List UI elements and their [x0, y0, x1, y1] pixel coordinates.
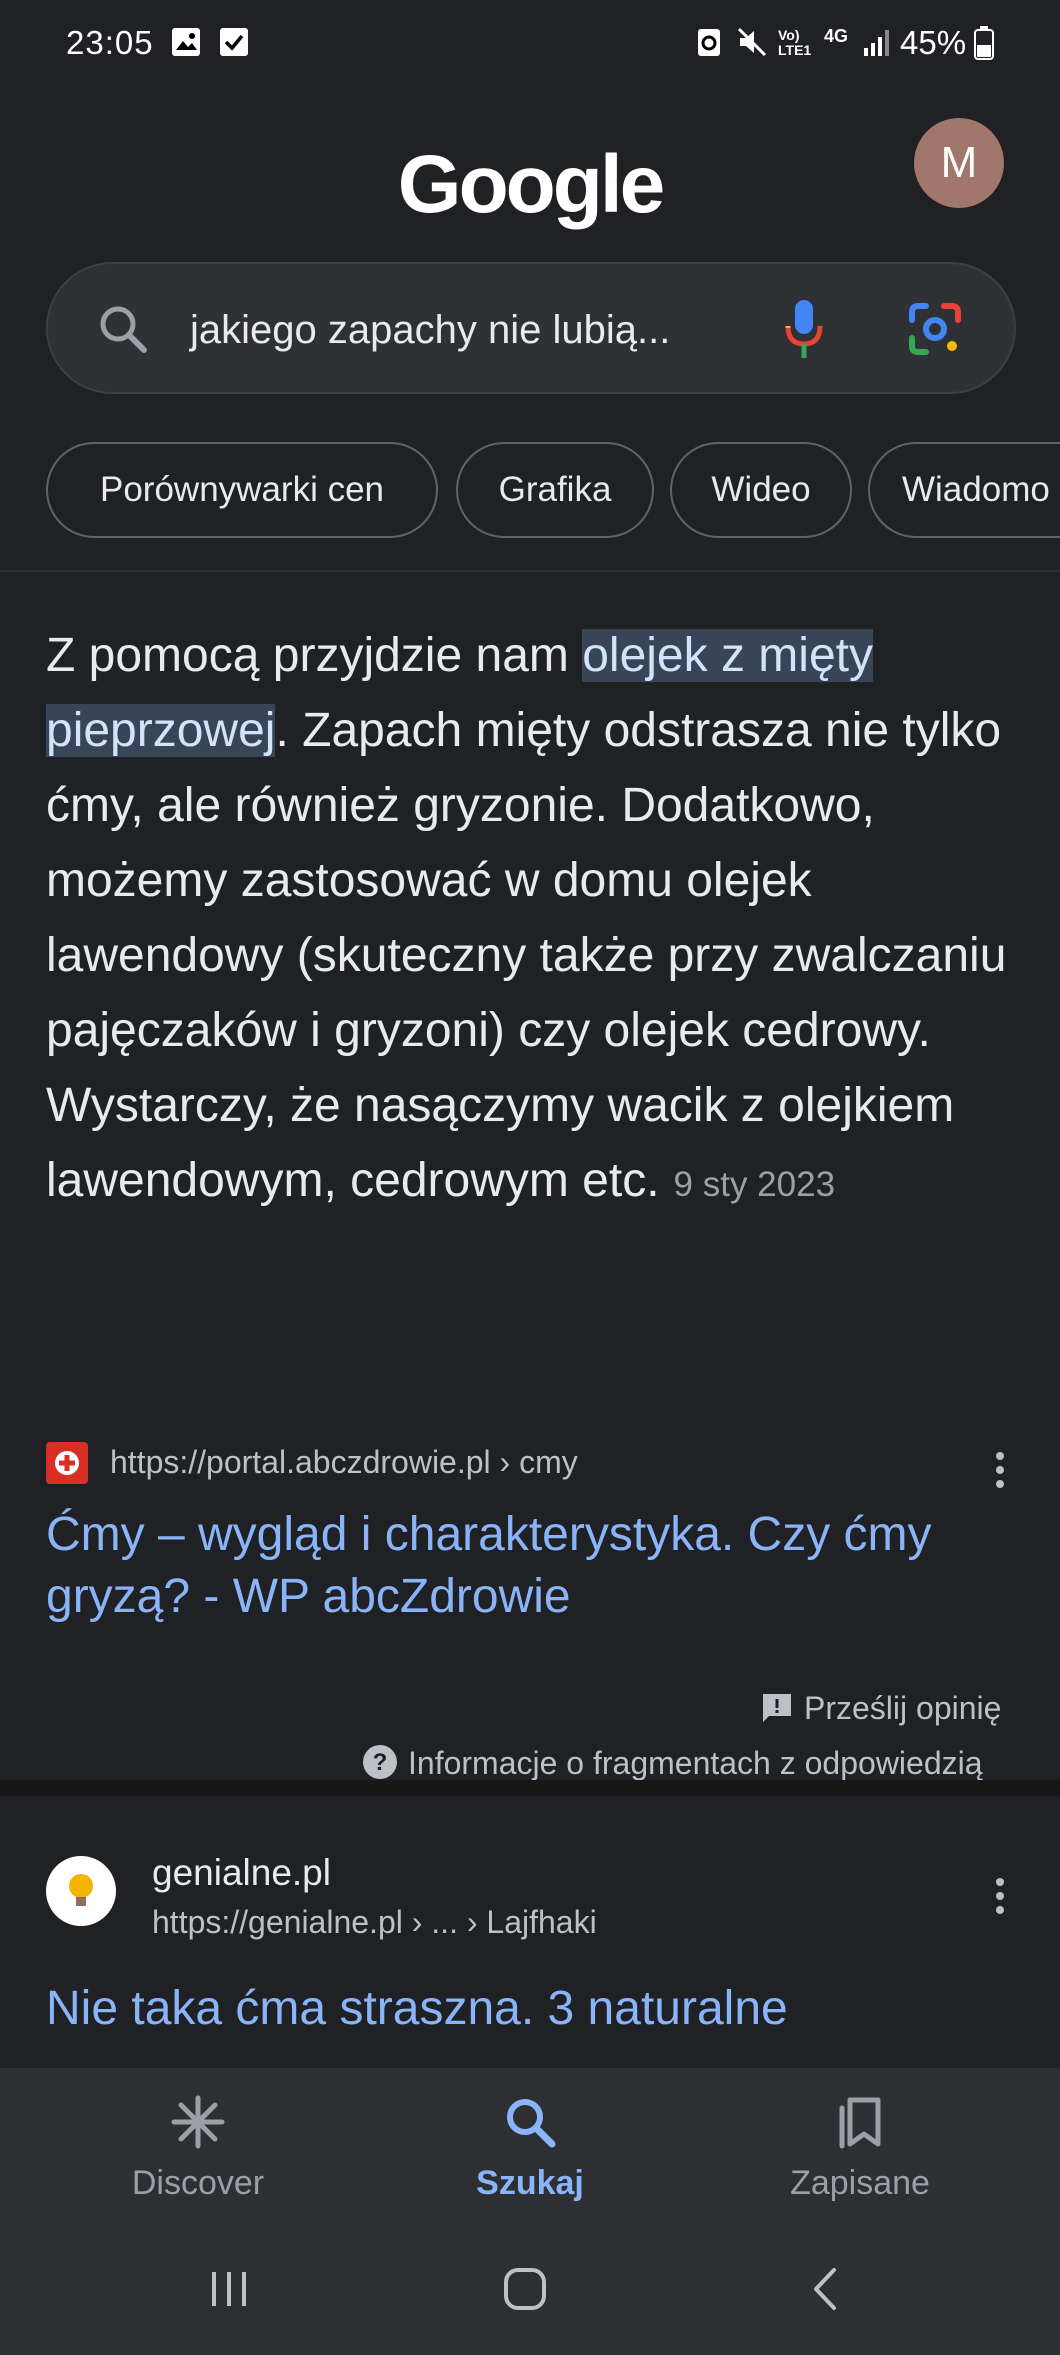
nav-discover-label: Discover	[131, 2164, 265, 2202]
nav-discover[interactable]: Discover	[48, 2068, 348, 2238]
back-icon[interactable]	[804, 2266, 850, 2312]
chip-images[interactable]: Grafika	[456, 442, 654, 538]
image-icon	[172, 28, 200, 56]
result1-url[interactable]: https://portal.abczdrowie.pl › cmy	[110, 1444, 578, 1481]
network-type: 4G	[824, 26, 849, 46]
battery-icon	[974, 26, 994, 60]
chip-news[interactable]: Wiadomo	[868, 442, 1060, 538]
chip-videos[interactable]: Wideo	[670, 442, 852, 538]
result2-url[interactable]: https://genialne.pl › ... › Lajfhaki	[152, 1904, 597, 1941]
filter-chips: Porównywarki cen Grafika Wideo Wiadomo	[0, 442, 1060, 540]
google-logo[interactable]: Google	[0, 138, 1060, 232]
snippet-info-label[interactable]: Informacje o fragmentach z odpowiedzią	[408, 1745, 983, 1780]
feedback-link[interactable]: Prześlij opinię	[760, 1690, 1001, 1727]
battery-percent: 45%	[900, 24, 967, 61]
help-icon: ?	[363, 1745, 397, 1779]
home-icon[interactable]	[502, 2266, 548, 2312]
featured-snippet: Z pomocą przyjdzie nam olejek z mięty pi…	[46, 618, 1016, 1222]
nav-saved-label: Zapisane	[790, 2164, 930, 2202]
result2-site-name[interactable]: genialne.pl	[152, 1852, 331, 1894]
abczdrowie-favicon	[46, 1442, 88, 1484]
divider	[0, 570, 1060, 572]
signal-icon	[864, 30, 889, 56]
chip-price-compare[interactable]: Porównywarki cen	[46, 442, 438, 538]
search-icon	[100, 306, 147, 353]
microphone-icon[interactable]	[784, 298, 824, 360]
status-time: 23:05	[66, 24, 154, 61]
nav-search[interactable]: Szukaj	[380, 2068, 680, 2238]
avatar[interactable]: M	[914, 118, 1004, 208]
system-navigation-bar	[0, 2238, 1060, 2355]
snippet-text-before: Z pomocą przyjdzie nam	[46, 629, 583, 682]
feedback-icon	[763, 1694, 791, 1722]
result1-title[interactable]: Ćmy – wygląd i charakterystyka. Czy ćmy …	[46, 1504, 1006, 1628]
result1-more-icon[interactable]	[994, 1452, 1006, 1494]
nav-saved[interactable]: Zapisane	[710, 2068, 1010, 2238]
collections-icon	[839, 2097, 881, 2149]
feedback-label[interactable]: Prześlij opinię	[804, 1690, 1001, 1726]
result2-more-icon[interactable]	[994, 1878, 1006, 1920]
section-separator	[0, 1780, 1060, 1796]
genialne-favicon	[46, 1856, 116, 1926]
snippet-text-after: . Zapach mięty odstrasza nie tylko ćmy, …	[46, 704, 1007, 1207]
check-square-icon	[220, 28, 248, 56]
recent-apps-icon[interactable]	[206, 2266, 252, 2312]
mute-icon	[737, 27, 767, 57]
search-box[interactable]: jakiego zapachy nie lubią...	[46, 262, 1016, 394]
snippet-info-link[interactable]: ? Informacje o fragmentach z odpowiedzią	[362, 1744, 983, 1780]
snippet-date: 9 sty 2023	[673, 1165, 836, 1204]
network-label: Vo) LTE1	[778, 27, 812, 58]
result2-title[interactable]: Nie taka ćma straszna. 3 naturalne	[46, 1978, 1006, 2040]
svg-text:?: ?	[373, 1749, 388, 1776]
bottom-navigation: Discover Szukaj Zapisane	[0, 2068, 1060, 2238]
lens-camera-icon[interactable]	[908, 302, 962, 356]
search-query[interactable]: jakiego zapachy nie lubią...	[190, 308, 670, 353]
nav-search-label: Szukaj	[476, 2164, 584, 2202]
search-icon	[507, 2099, 556, 2148]
recycle-icon	[698, 29, 720, 56]
asterisk-icon	[171, 2095, 225, 2149]
status-bar: 23:05 Vo) LTE1 4G 45%	[0, 0, 1060, 90]
